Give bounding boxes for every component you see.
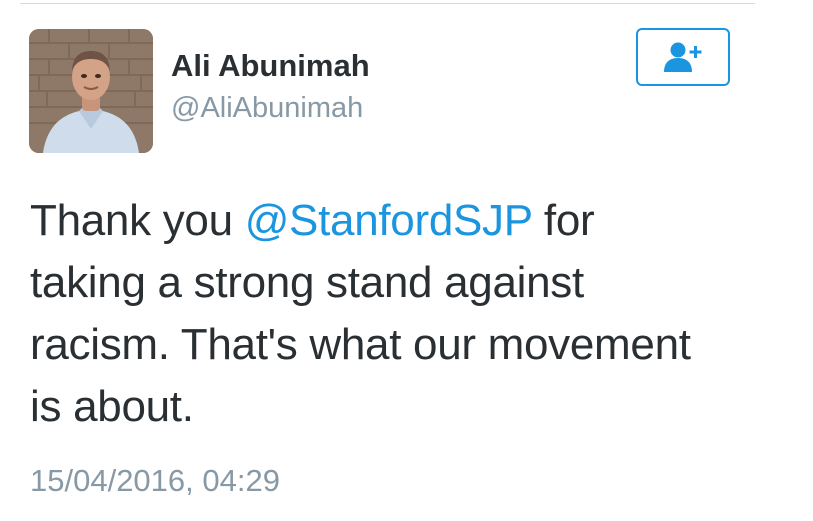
tweet-text-line-1: Thank you @StanfordSJP for [30, 190, 770, 252]
mention-link[interactable]: @StanfordSJP [245, 196, 533, 245]
profile-photo [29, 29, 153, 153]
author-display-name[interactable]: Ali Abunimah [171, 50, 370, 81]
tweet-timestamp[interactable]: 15/04/2016, 04:29 [30, 465, 280, 496]
tweet-text-line-1-prefix: Thank you [30, 196, 245, 245]
tweet-text-line-3: racism. That's what our movement [30, 320, 691, 369]
tweet-text-line-2: taking a strong stand against [30, 258, 584, 307]
author-handle[interactable]: @AliAbunimah [171, 94, 363, 123]
tweet-view: Ali Abunimah @AliAbunimah Thank you @Sta… [0, 0, 813, 521]
tweet-text-line-1-suffix: for [532, 196, 595, 245]
tweet-text-line-4: is about. [30, 382, 194, 431]
add-user-icon [664, 42, 702, 72]
follow-button[interactable] [636, 28, 730, 86]
avatar[interactable] [29, 29, 153, 153]
tweet-text: Thank you @StanfordSJP for taking a stro… [30, 190, 770, 438]
top-divider [20, 3, 755, 4]
